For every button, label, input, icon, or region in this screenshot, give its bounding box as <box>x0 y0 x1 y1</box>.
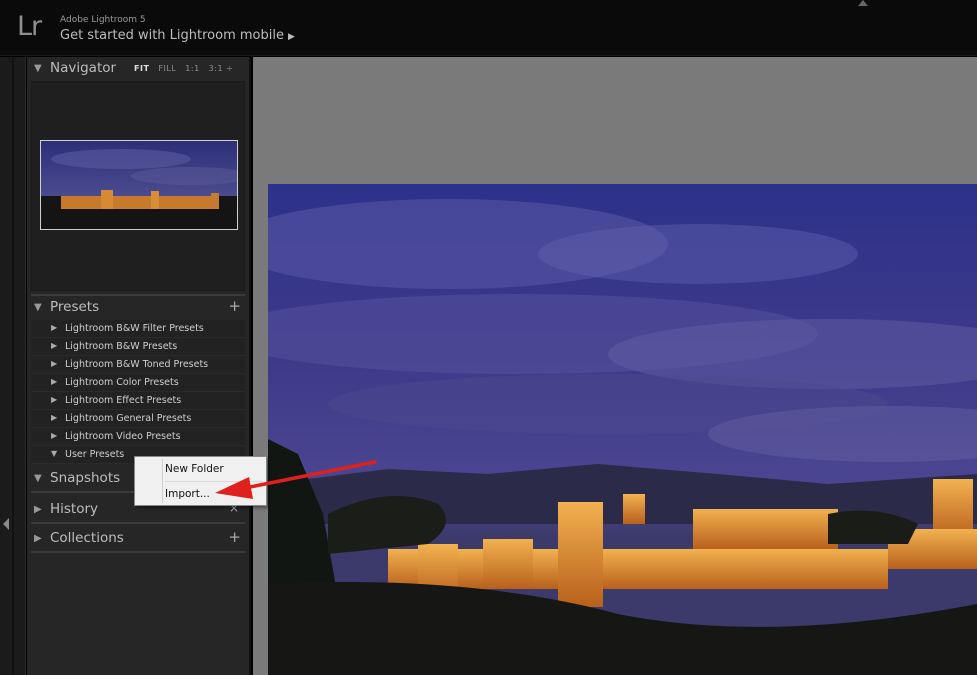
preset-folder-label: Lightroom B&W Filter Presets <box>65 323 204 334</box>
app-name: Adobe Lightroom 5 <box>60 15 146 25</box>
presets-panel-header[interactable]: ▼ Presets + <box>27 296 247 320</box>
navigator-title: Navigator <box>50 60 117 76</box>
presets-list: ▶ Lightroom B&W Filter Presets ▶ Lightro… <box>31 320 245 464</box>
collapsed-triangle-icon: ▶ <box>34 504 42 515</box>
panel-divider <box>31 522 245 524</box>
menu-item-label: Import... <box>165 488 210 500</box>
edge-divider <box>12 57 14 675</box>
collapsed-triangle-icon: ▶ <box>51 431 58 440</box>
add-preset-icon[interactable]: + <box>228 297 241 315</box>
panel-divider <box>31 551 245 553</box>
top-panel-toggle-icon[interactable] <box>858 0 868 6</box>
zoom-fill[interactable]: FILL <box>158 64 176 73</box>
preset-folder[interactable]: ▶ Lightroom Effect Presets <box>31 392 245 410</box>
history-title: History <box>50 501 99 517</box>
preset-folder[interactable]: ▶ Lightroom Color Presets <box>31 374 245 392</box>
preset-folder-label: Lightroom Video Presets <box>65 431 181 442</box>
collapsed-triangle-icon: ▶ <box>51 413 58 422</box>
alhambra-night-photo <box>268 184 977 675</box>
collapsed-triangle-icon: ▶ <box>51 341 58 350</box>
preset-folder[interactable]: ▶ Lightroom B&W Toned Presets <box>31 356 245 374</box>
preset-folder-label: Lightroom B&W Presets <box>65 341 178 352</box>
identity-plate: Lr Adobe Lightroom 5 Get started with Li… <box>0 0 977 56</box>
loupe-view[interactable] <box>253 57 977 675</box>
snapshots-title: Snapshots <box>50 470 121 486</box>
zoom-options: FIT FILL 1:1 3:1 ÷ <box>134 64 242 73</box>
preset-folder[interactable]: ▶ Lightroom B&W Filter Presets <box>31 320 245 338</box>
preset-folder-label: Lightroom Color Presets <box>65 377 179 388</box>
zoom-3-1[interactable]: 3:1 ÷ <box>209 64 234 73</box>
alhambra-thumbnail-image <box>41 141 237 229</box>
presets-title: Presets <box>50 299 100 315</box>
zoom-fit[interactable]: FIT <box>134 64 149 73</box>
navigator-thumbnail[interactable] <box>40 140 238 230</box>
preset-folder-label: User Presets <box>65 449 125 460</box>
add-collection-icon[interactable]: + <box>228 528 241 546</box>
expanded-triangle-icon: ▼ <box>34 302 42 313</box>
menu-icon-gutter <box>162 459 163 503</box>
left-panel: ▼ Navigator FIT FILL 1:1 3:1 ÷ ▼ Presets… <box>27 57 251 675</box>
expanded-triangle-icon: ▼ <box>34 63 42 74</box>
preset-folder[interactable]: ▶ Lightroom General Presets <box>31 410 245 428</box>
navigator-preview[interactable] <box>31 81 245 291</box>
preset-folder-label: Lightroom General Presets <box>65 413 192 424</box>
navigator-panel-header[interactable]: ▼ Navigator FIT FILL 1:1 3:1 ÷ <box>27 57 247 81</box>
collapsed-triangle-icon: ▶ <box>51 323 58 332</box>
lightroom-logo: Lr <box>17 11 42 42</box>
expanded-triangle-icon: ▼ <box>34 473 42 484</box>
preset-folder[interactable]: ▶ Lightroom B&W Presets <box>31 338 245 356</box>
collections-panel-header[interactable]: ▶ Collections + <box>27 527 247 551</box>
main-photo[interactable] <box>268 184 977 675</box>
mobile-link-label: Get started with Lightroom mobile <box>60 28 284 43</box>
play-arrow-icon: ▶ <box>287 32 295 42</box>
collections-title: Collections <box>50 530 124 546</box>
collapsed-triangle-icon: ▶ <box>51 359 58 368</box>
collapsed-triangle-icon: ▶ <box>34 533 42 544</box>
left-panel-edge[interactable] <box>0 57 26 675</box>
zoom-1-1[interactable]: 1:1 <box>185 64 199 73</box>
collapsed-triangle-icon: ▶ <box>51 395 58 404</box>
preset-folder-label: Lightroom B&W Toned Presets <box>65 359 209 370</box>
expanded-triangle-icon: ▼ <box>51 449 58 458</box>
collapsed-triangle-icon: ▶ <box>51 377 58 386</box>
preset-folder-label: Lightroom Effect Presets <box>65 395 182 406</box>
lightroom-mobile-link[interactable]: Get started with Lightroom mobile ▶ <box>60 28 295 43</box>
preset-folder[interactable]: ▶ Lightroom Video Presets <box>31 428 245 446</box>
annotation-arrow-icon <box>215 460 377 499</box>
collapse-left-panel-icon[interactable] <box>3 518 9 530</box>
